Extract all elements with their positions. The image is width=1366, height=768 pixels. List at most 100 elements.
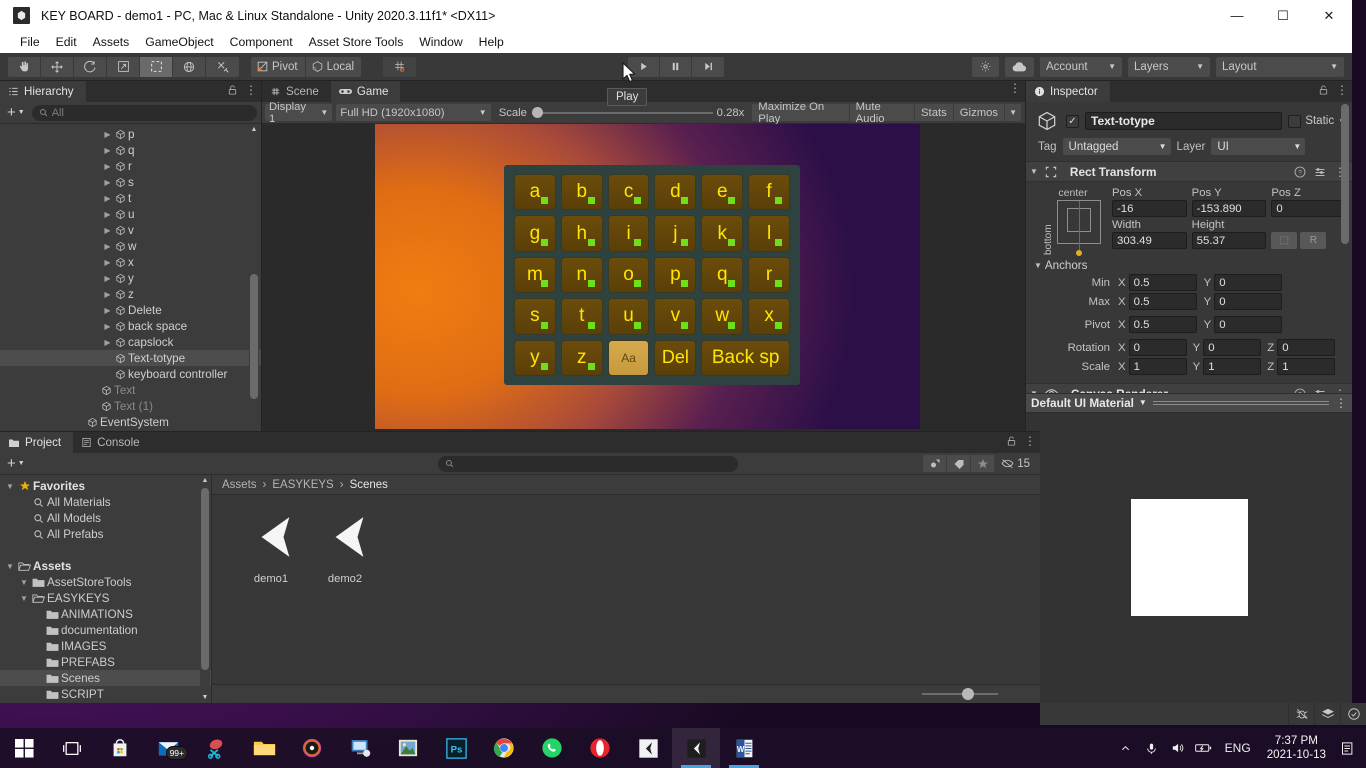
help-icon[interactable]: ? bbox=[1294, 388, 1306, 393]
hierarchy-item[interactable]: Text (1) bbox=[0, 398, 261, 414]
hand-tool-icon[interactable] bbox=[8, 56, 41, 77]
layout-dropdown[interactable]: Layout ▼ bbox=[1216, 56, 1344, 77]
hierarchy-menu-icon[interactable]: ⋮ bbox=[245, 84, 257, 96]
project-tree-item[interactable]: IMAGES bbox=[0, 638, 211, 654]
keyboard-key-h[interactable]: h bbox=[560, 215, 603, 252]
hierarchy-item[interactable]: ▶ t bbox=[0, 190, 261, 206]
keyboard-key-n[interactable]: n bbox=[560, 256, 603, 294]
hierarchy-item[interactable]: EventSystem bbox=[0, 414, 261, 430]
keyboard-key-del[interactable]: Del bbox=[654, 339, 697, 376]
expand-arrow-icon[interactable]: ▶ bbox=[102, 306, 113, 315]
breadcrumb-assets[interactable]: Assets bbox=[222, 479, 257, 491]
keyboard-key-back-sp[interactable]: Back sp bbox=[701, 339, 790, 376]
project-search-input[interactable] bbox=[437, 455, 738, 472]
pivot-x-input[interactable]: 0.5 bbox=[1128, 316, 1197, 333]
project-tree-item[interactable]: Scenes bbox=[0, 670, 211, 686]
layers-status-icon[interactable] bbox=[1314, 703, 1340, 725]
keyboard-key-aa[interactable]: Aa bbox=[607, 339, 650, 376]
collab-settings-icon[interactable] bbox=[972, 56, 999, 77]
expand-arrow-icon[interactable]: ▶ bbox=[102, 226, 113, 235]
tab-scene[interactable]: Scene bbox=[262, 81, 331, 102]
expand-arrow-icon[interactable]: ▼ bbox=[4, 482, 16, 491]
hierarchy-item[interactable]: ▶ z bbox=[0, 286, 261, 302]
pos-y-input[interactable]: -153.890 bbox=[1191, 200, 1267, 217]
hierarchy-item[interactable]: ▶ y bbox=[0, 270, 261, 286]
hierarchy-item[interactable]: ▶ w bbox=[0, 238, 261, 254]
pos-z-input[interactable]: 0 bbox=[1271, 200, 1347, 217]
breadcrumb-scenes[interactable]: Scenes bbox=[350, 479, 388, 491]
expand-arrow-icon[interactable]: ▶ bbox=[102, 194, 113, 203]
gameview-menu-icon[interactable]: ⋮ bbox=[1009, 82, 1021, 94]
expand-arrow-icon[interactable]: ▶ bbox=[102, 338, 113, 347]
hierarchy-item[interactable]: Text bbox=[0, 382, 261, 398]
scale-z-input[interactable]: 1 bbox=[1277, 358, 1336, 375]
keyboard-key-k[interactable]: k bbox=[701, 215, 744, 252]
rotate-tool-icon[interactable] bbox=[74, 56, 107, 77]
preset-icon[interactable] bbox=[1314, 166, 1326, 178]
hierarchy-add-button[interactable]: + ▼ bbox=[4, 104, 28, 121]
scale-y-input[interactable]: 1 bbox=[1203, 358, 1262, 375]
scale-tool-icon[interactable] bbox=[107, 56, 140, 77]
material-menu-icon[interactable]: ⋮ bbox=[1335, 397, 1347, 409]
move-tool-icon[interactable] bbox=[41, 56, 74, 77]
stats-toggle[interactable]: Stats bbox=[915, 104, 954, 121]
object-name-input[interactable]: Text-totype bbox=[1085, 112, 1283, 130]
grid-snapping-icon[interactable] bbox=[383, 56, 417, 77]
project-menu-icon[interactable]: ⋮ bbox=[1024, 435, 1036, 447]
project-tree-item[interactable]: ▼ Favorites bbox=[0, 478, 211, 494]
anchors-triangle-icon[interactable]: ▼ bbox=[1034, 261, 1042, 270]
expand-arrow-icon[interactable]: ▶ bbox=[102, 210, 113, 219]
action-center-button[interactable] bbox=[1334, 728, 1360, 768]
hierarchy-search-input[interactable]: All bbox=[31, 104, 257, 121]
hierarchy-scroll-thumb[interactable] bbox=[250, 274, 258, 399]
anchor-max-x-input[interactable]: 0.5 bbox=[1128, 293, 1197, 310]
layers-dropdown[interactable]: Layers ▼ bbox=[1128, 56, 1210, 77]
pivot-y-input[interactable]: 0 bbox=[1214, 316, 1283, 333]
display-dropdown[interactable]: Display 1 ▼ bbox=[265, 101, 333, 125]
minimize-button[interactable]: — bbox=[1214, 0, 1260, 31]
custom-tool-icon[interactable] bbox=[206, 56, 239, 77]
hierarchy-item[interactable]: ▶ q bbox=[0, 142, 261, 158]
keyboard-key-a[interactable]: a bbox=[514, 174, 556, 211]
hierarchy-item[interactable]: ▶ v bbox=[0, 222, 261, 238]
menu-assets[interactable]: Assets bbox=[85, 33, 138, 51]
tab-inspector[interactable]: Inspector bbox=[1026, 81, 1110, 102]
project-tree-item[interactable]: All Materials bbox=[0, 494, 211, 510]
inspector-scroll-thumb[interactable] bbox=[1341, 104, 1349, 244]
object-enabled-checkbox[interactable]: ✓ bbox=[1066, 114, 1079, 128]
lock-icon[interactable] bbox=[1006, 435, 1017, 447]
remote-desktop-button[interactable] bbox=[336, 728, 384, 768]
cloud-icon[interactable] bbox=[1005, 56, 1034, 77]
hierarchy-item[interactable]: ▶ p bbox=[0, 126, 261, 142]
static-checkbox[interactable] bbox=[1288, 114, 1302, 128]
project-tree-scrollbar[interactable]: ▲ ▼ bbox=[200, 475, 210, 703]
breadcrumb-easykeys[interactable]: EASYKEYS bbox=[272, 479, 333, 491]
volume-icon[interactable] bbox=[1165, 728, 1191, 768]
hierarchy-item[interactable]: keyboard controller bbox=[0, 366, 261, 382]
project-tree-item[interactable]: ▼ AssetStoreTools bbox=[0, 574, 211, 590]
keyboard-key-r[interactable]: r bbox=[748, 256, 790, 294]
keyboard-key-x[interactable]: x bbox=[748, 298, 790, 335]
keyboard-key-d[interactable]: d bbox=[654, 174, 697, 211]
keyboard-key-m[interactable]: m bbox=[514, 256, 556, 294]
expand-arrow-icon[interactable]: ▶ bbox=[102, 290, 113, 299]
menu-component[interactable]: Component bbox=[222, 33, 301, 51]
menu-gameobject[interactable]: GameObject bbox=[137, 33, 221, 51]
keyboard-key-i[interactable]: i bbox=[607, 215, 650, 252]
rect-transform-header[interactable]: ▼ Rect Transform ? ⋮ bbox=[1026, 161, 1352, 182]
keyboard-key-e[interactable]: e bbox=[701, 174, 744, 211]
expand-arrow-icon[interactable]: ▶ bbox=[102, 130, 113, 139]
tab-game[interactable]: Game bbox=[330, 81, 401, 102]
hierarchy-item[interactable]: ▶ s bbox=[0, 174, 261, 190]
tab-console[interactable]: Console bbox=[73, 432, 152, 453]
filter-favorites-icon[interactable] bbox=[971, 455, 996, 472]
project-tree-item[interactable]: documentation bbox=[0, 622, 211, 638]
collapse-triangle-icon[interactable]: ▼ bbox=[1030, 167, 1038, 176]
keyboard-key-y[interactable]: y bbox=[514, 339, 556, 376]
language-indicator[interactable]: ENG bbox=[1217, 741, 1259, 755]
menu-asset-store-tools[interactable]: Asset Store Tools bbox=[301, 33, 412, 51]
hierarchy-item[interactable]: ▶ back space bbox=[0, 318, 261, 334]
scroll-up-icon[interactable]: ▲ bbox=[250, 126, 258, 133]
file-explorer-button[interactable] bbox=[240, 728, 288, 768]
keyboard-key-c[interactable]: c bbox=[607, 174, 650, 211]
